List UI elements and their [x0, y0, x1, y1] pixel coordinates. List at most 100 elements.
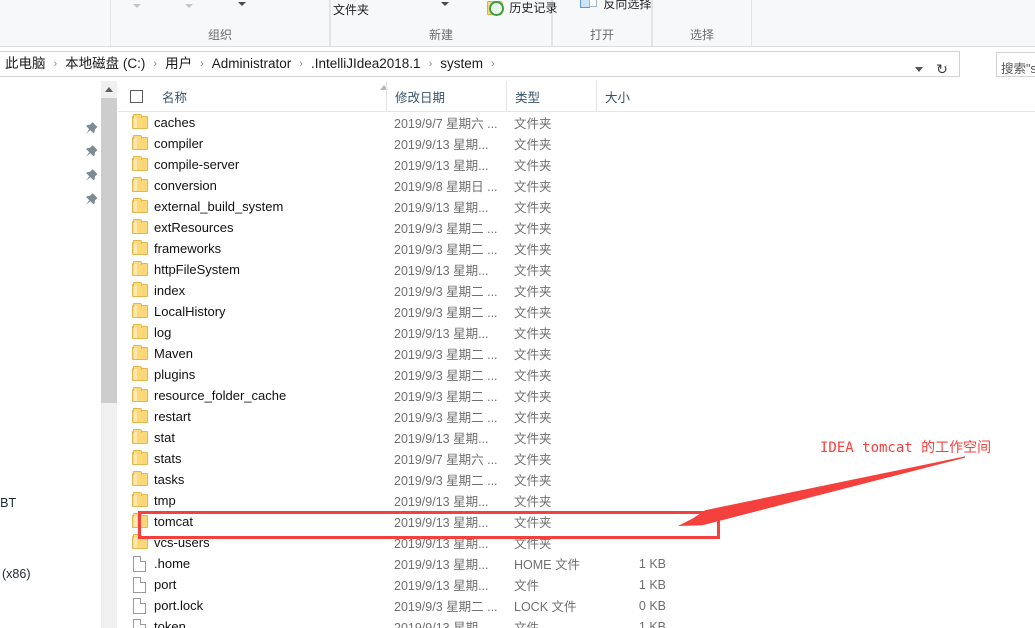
table-row[interactable]: tomcat 2019/9/13 星期... 文件夹: [118, 511, 1035, 532]
file-name-cell: Maven: [154, 346, 194, 361]
file-explorer-window: 组织 新建 打开 选择 文件夹 历史记录 反向选择 此电脑 › 本地磁盘 (C:…: [0, 0, 1035, 628]
search-input[interactable]: 搜索"s: [996, 52, 1035, 77]
file-name-cell: extResources: [154, 220, 234, 235]
search-placeholder: 搜索"s: [1001, 62, 1035, 76]
table-row[interactable]: token 2019/9/13 星期... 文件 1 KB: [118, 616, 1035, 628]
folder-icon: [132, 429, 148, 445]
chevron-up-icon: [105, 87, 113, 92]
folder-icon-shape: [132, 240, 148, 255]
table-row[interactable]: extResources 2019/9/3 星期二 ... 文件夹: [118, 217, 1035, 238]
refresh-button[interactable]: ↻: [931, 58, 953, 80]
folder-icon: [132, 408, 148, 424]
folder-icon-shape: [132, 156, 148, 171]
folder-icon: [132, 135, 148, 151]
folder-icon-shape: [132, 429, 148, 444]
table-row[interactable]: index 2019/9/3 星期二 ... 文件夹: [118, 280, 1035, 301]
table-row[interactable]: vcs-users 2019/9/13 星期... 文件夹: [118, 532, 1035, 553]
file-type-cell: 文件夹: [514, 180, 552, 194]
invert-selection-label: 反向选择: [603, 0, 652, 11]
file-size-cell: [604, 406, 666, 427]
file-date-cell: 2019/9/3 星期二 ...: [394, 348, 498, 362]
file-name-cell: LocalHistory: [154, 304, 226, 319]
breadcrumb-separator: ›: [53, 58, 58, 70]
table-row[interactable]: plugins 2019/9/3 星期二 ... 文件夹: [118, 364, 1035, 385]
table-row[interactable]: caches 2019/9/7 星期六 ... 文件夹: [118, 112, 1035, 133]
table-row[interactable]: resource_folder_cache 2019/9/3 星期二 ... 文件夹: [118, 385, 1035, 406]
folder-icon: [132, 303, 148, 319]
file-name-cell: vcs-users: [154, 535, 210, 550]
breadcrumb-item-2[interactable]: 用户: [163, 52, 194, 76]
file-size-cell: 1 KB: [638, 556, 666, 571]
breadcrumb-item-3[interactable]: Administrator: [210, 52, 294, 76]
table-row[interactable]: external_build_system 2019/9/13 星期... 文件夹: [118, 196, 1035, 217]
folder-icon: [132, 156, 148, 172]
folder-icon: [132, 345, 148, 361]
table-row[interactable]: .home 2019/9/13 星期... HOME 文件 1 KB: [118, 553, 1035, 574]
move-to-caret-icon[interactable]: [133, 4, 141, 8]
table-row[interactable]: restart 2019/9/3 星期二 ... 文件夹: [118, 406, 1035, 427]
new-item-caret-icon[interactable]: [441, 2, 449, 6]
column-header-size[interactable]: 大小: [596, 81, 714, 111]
file-name-cell: httpFileSystem: [154, 262, 240, 277]
table-row[interactable]: frameworks 2019/9/3 星期二 ... 文件夹: [118, 238, 1035, 259]
breadcrumb[interactable]: 此电脑 › 本地磁盘 (C:) › 用户 › Administrator › .…: [0, 51, 960, 77]
address-history-dropdown[interactable]: [909, 58, 929, 80]
table-row[interactable]: stats 2019/9/7 星期六 ... 文件夹: [118, 448, 1035, 469]
file-icon: [132, 577, 148, 593]
pin-icon: [84, 121, 98, 135]
breadcrumb-item-5[interactable]: system: [438, 52, 485, 76]
table-row[interactable]: log 2019/9/13 星期... 文件夹: [118, 322, 1035, 343]
table-row[interactable]: port.lock 2019/9/3 星期二 ... LOCK 文件 0 KB: [118, 595, 1035, 616]
folder-icon-shape: [132, 471, 148, 486]
file-name-cell: resource_folder_cache: [154, 388, 287, 403]
refresh-icon: ↻: [936, 60, 948, 77]
folder-icon-shape: [132, 450, 148, 465]
nav-item-clipped-0[interactable]: -BT: [0, 496, 16, 510]
folder-icon-shape: [132, 513, 148, 528]
scroll-up-button[interactable]: [101, 81, 117, 98]
file-type-cell: 文件夹: [514, 159, 552, 173]
file-size-cell: 1 KB: [638, 577, 666, 592]
table-row[interactable]: tmp 2019/9/13 星期... 文件夹: [118, 490, 1035, 511]
breadcrumb-separator: ›: [428, 58, 433, 70]
delete-caret-icon[interactable]: [238, 2, 246, 6]
ribbon-group-label-select: 选择: [689, 28, 714, 42]
table-row[interactable]: compiler 2019/9/13 星期... 文件夹: [118, 133, 1035, 154]
new-folder-button[interactable]: 文件夹: [333, 1, 369, 18]
file-type-cell: 文件夹: [514, 516, 552, 530]
ribbon-group-label-organize: 组织: [207, 28, 232, 42]
file-name-cell: conversion: [154, 178, 217, 193]
table-row[interactable]: stat 2019/9/13 星期... 文件夹: [118, 427, 1035, 448]
column-header-type[interactable]: 类型: [506, 81, 596, 111]
column-header-name[interactable]: 名称: [154, 81, 394, 111]
file-name-cell: stats: [154, 451, 182, 466]
nav-pane-scrollbar[interactable]: [101, 81, 117, 628]
file-date-cell: 2019/9/13 星期...: [394, 201, 489, 215]
table-row[interactable]: port 2019/9/13 星期... 文件 1 KB: [118, 574, 1035, 595]
table-row[interactable]: Maven 2019/9/3 星期二 ... 文件夹: [118, 343, 1035, 364]
invert-selection-button[interactable]: 反向选择: [580, 0, 651, 12]
column-header-date[interactable]: 修改日期: [386, 81, 506, 111]
scrollbar-thumb[interactable]: [101, 98, 117, 403]
nav-item-clipped-1[interactable]: (x86): [2, 567, 30, 581]
folder-icon-shape: [132, 261, 148, 276]
table-row[interactable]: compile-server 2019/9/13 星期... 文件夹: [118, 154, 1035, 175]
breadcrumb-item-4[interactable]: .IntelliJIdea2018.1: [309, 52, 423, 76]
file-size-cell: [604, 511, 666, 532]
breadcrumb-item-1[interactable]: 本地磁盘 (C:): [63, 52, 147, 76]
table-row[interactable]: tasks 2019/9/3 星期二 ... 文件夹: [118, 469, 1035, 490]
file-date-cell: 2019/9/13 星期...: [394, 537, 489, 551]
breadcrumb-item-0[interactable]: 此电脑: [3, 52, 48, 76]
select-all-checkbox[interactable]: [130, 90, 143, 103]
file-size-cell: [604, 280, 666, 301]
file-name-cell: caches: [154, 115, 196, 130]
table-row[interactable]: LocalHistory 2019/9/3 星期二 ... 文件夹: [118, 301, 1035, 322]
history-button[interactable]: 历史记录: [487, 0, 557, 16]
file-size-cell: [604, 238, 666, 259]
file-type-cell: HOME 文件: [514, 558, 580, 572]
file-size-cell: [604, 448, 666, 469]
table-row[interactable]: conversion 2019/9/8 星期日 ... 文件夹: [118, 175, 1035, 196]
column-header-size-label: 大小: [605, 90, 631, 105]
copy-to-caret-icon[interactable]: [185, 4, 193, 8]
table-row[interactable]: httpFileSystem 2019/9/13 星期... 文件夹: [118, 259, 1035, 280]
